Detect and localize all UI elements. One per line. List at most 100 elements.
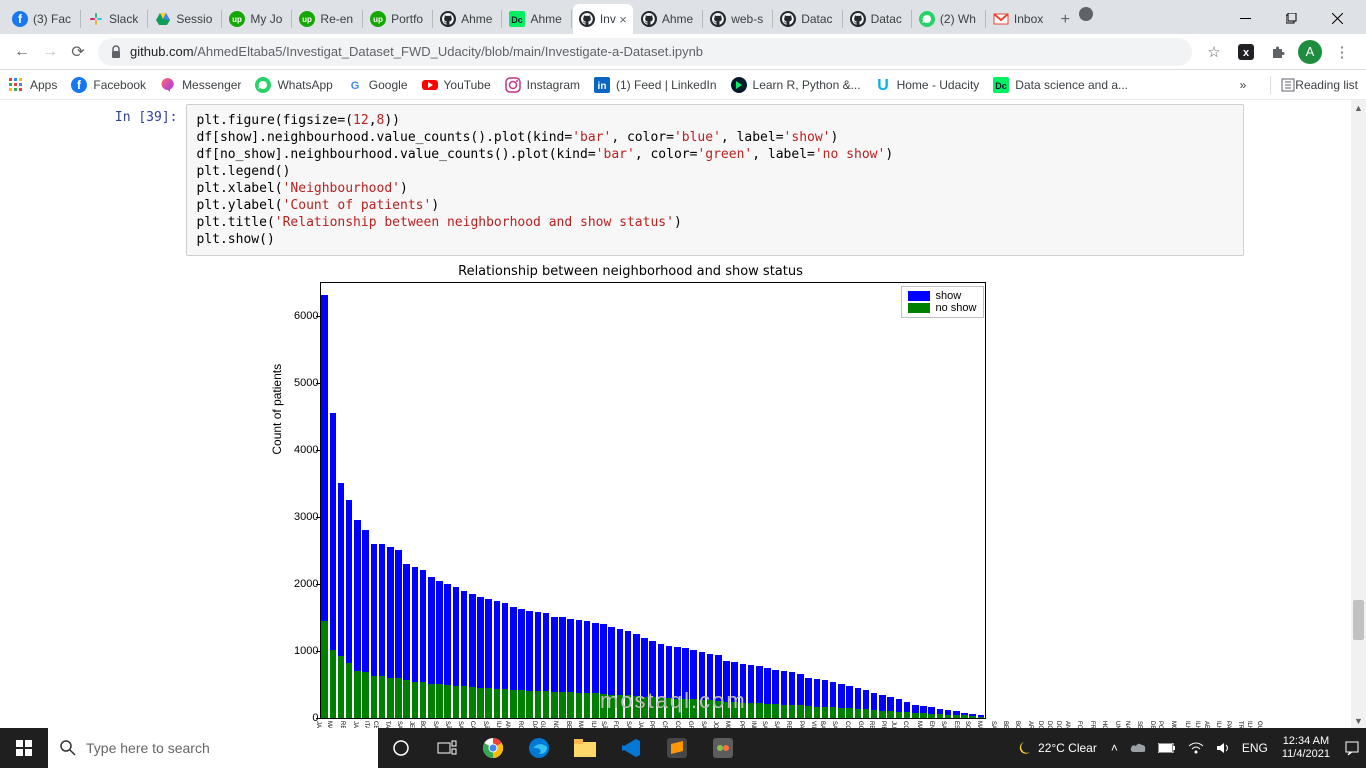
bar <box>394 282 402 718</box>
bar <box>435 282 443 718</box>
minimize-button[interactable] <box>1222 2 1268 34</box>
taskbar-app-explorer[interactable] <box>562 728 608 768</box>
tab-favicon <box>780 11 796 27</box>
bar <box>640 282 648 718</box>
reading-list-icon <box>1281 78 1295 92</box>
taskbar-app-edge[interactable] <box>516 728 562 768</box>
chart-title: Relationship between neighborhood and sh… <box>186 264 1076 279</box>
close-tab-icon[interactable]: × <box>619 12 627 27</box>
browser-tab[interactable]: upMy Jo <box>223 4 288 34</box>
tray-volume-icon[interactable] <box>1210 741 1236 755</box>
browser-tab[interactable]: Slack <box>82 4 144 34</box>
bookmark-item[interactable]: WhatsApp <box>255 77 332 93</box>
browser-tab[interactable]: upPortfo <box>364 4 429 34</box>
bar <box>739 282 747 718</box>
extensions-puzzle-icon[interactable] <box>1262 38 1294 66</box>
bar <box>829 282 837 718</box>
bar <box>681 282 689 718</box>
maximize-button[interactable] <box>1268 2 1314 34</box>
bookmark-item[interactable]: Messenger <box>160 77 241 93</box>
bar <box>583 282 591 718</box>
bookmark-item[interactable]: DcData science and a... <box>993 77 1128 93</box>
extension-x-icon[interactable]: x <box>1230 38 1262 66</box>
new-tab-button[interactable]: + <box>1051 6 1079 34</box>
bookmark-item[interactable]: GGoogle <box>347 77 408 93</box>
vertical-scrollbar[interactable]: ▲ ▼ <box>1351 100 1366 728</box>
bookmark-item[interactable]: Instagram <box>505 77 580 93</box>
bookmark-favicon <box>255 77 271 93</box>
tab-favicon <box>993 11 1009 27</box>
bar <box>493 282 501 718</box>
bar <box>419 282 427 718</box>
browser-tab[interactable]: Sessio <box>149 4 218 34</box>
tray-notifications-icon[interactable] <box>1338 740 1366 756</box>
bar <box>813 282 821 718</box>
weather-widget[interactable]: 22°C Clear <box>1007 739 1105 757</box>
browser-tab[interactable]: f(3) Fac <box>6 4 77 34</box>
browser-tab[interactable]: Datac <box>844 4 908 34</box>
task-view-icon[interactable] <box>424 728 470 768</box>
browser-tab[interactable]: upRe-en <box>293 4 359 34</box>
bar <box>591 282 599 718</box>
bar <box>944 282 952 718</box>
bookmark-item[interactable]: UHome - Udacity <box>875 77 980 93</box>
bookmark-item[interactable]: Learn R, Python &... <box>731 77 861 93</box>
tab-label: Ahme <box>461 12 492 26</box>
start-button[interactable] <box>0 728 48 768</box>
browser-tab[interactable]: Inv× <box>573 4 633 34</box>
bar <box>558 282 566 718</box>
tab-favicon: up <box>370 11 386 27</box>
browser-tab[interactable]: DcAhme <box>503 4 567 34</box>
tray-onedrive-icon[interactable] <box>1124 742 1152 754</box>
forward-button[interactable]: → <box>36 38 64 66</box>
bar <box>747 282 755 718</box>
reload-button[interactable]: ⟳ <box>64 38 92 66</box>
url-input[interactable]: github.com/AhmedEltaba5/Investigat_Datas… <box>98 38 1192 66</box>
profile-avatar[interactable]: A <box>1294 38 1326 66</box>
taskbar-app-other[interactable] <box>700 728 746 768</box>
bookmark-item[interactable]: in(1) Feed | LinkedIn <box>594 77 717 93</box>
search-icon <box>60 740 76 756</box>
bookmark-item[interactable]: fFacebook <box>71 77 146 93</box>
reading-list-button[interactable]: Reading list <box>1281 78 1358 92</box>
scroll-down-arrow[interactable]: ▼ <box>1351 713 1366 728</box>
bar <box>780 282 788 718</box>
scroll-up-arrow[interactable]: ▲ <box>1351 100 1366 115</box>
taskbar-app-chrome[interactable] <box>470 728 516 768</box>
back-button[interactable]: ← <box>8 38 36 66</box>
bar <box>796 282 804 718</box>
taskbar-app-vscode[interactable] <box>608 728 654 768</box>
bar <box>657 282 665 718</box>
bookmark-item[interactable]: Apps <box>8 77 57 93</box>
code-input-area[interactable]: plt.figure(figsize=(12,8)) df[show].neig… <box>186 104 1244 256</box>
tray-wifi-icon[interactable] <box>1182 742 1210 754</box>
chrome-menu-button[interactable]: ⋮ <box>1326 38 1358 66</box>
cell-prompt: In [39]: <box>108 104 186 256</box>
taskbar-search[interactable]: Type here to search <box>48 728 378 768</box>
browser-tab[interactable]: (2) Wh <box>913 4 982 34</box>
svg-text:U: U <box>877 77 889 93</box>
bookmark-label: Learn R, Python &... <box>753 78 861 92</box>
account-indicator-icon[interactable] <box>1079 7 1093 21</box>
bookmarks-overflow[interactable]: » <box>1240 78 1247 92</box>
browser-tab[interactable]: Inbox <box>987 4 1049 34</box>
tray-battery-icon[interactable] <box>1152 743 1182 753</box>
close-window-button[interactable] <box>1314 2 1360 34</box>
bar <box>485 282 493 718</box>
tray-overflow-icon[interactable]: ˄ <box>1105 741 1124 755</box>
tray-clock[interactable]: 12:34 AM 11/4/2021 <box>1274 735 1338 761</box>
browser-tab[interactable]: Ahme <box>434 4 498 34</box>
bookmark-item[interactable]: YouTube <box>422 77 491 93</box>
bar <box>337 282 345 718</box>
tray-language[interactable]: ENG <box>1236 741 1274 755</box>
browser-tab[interactable]: web-s <box>704 4 769 34</box>
bar <box>649 282 657 718</box>
cortana-icon[interactable] <box>378 728 424 768</box>
tab-favicon: f <box>12 11 28 27</box>
browser-tab[interactable]: Ahme <box>635 4 699 34</box>
taskbar-app-sublime[interactable] <box>654 728 700 768</box>
browser-tab[interactable]: Datac <box>774 4 838 34</box>
scrollbar-thumb[interactable] <box>1353 600 1364 640</box>
bar <box>936 282 944 718</box>
star-bookmark-button[interactable]: ☆ <box>1198 38 1230 66</box>
